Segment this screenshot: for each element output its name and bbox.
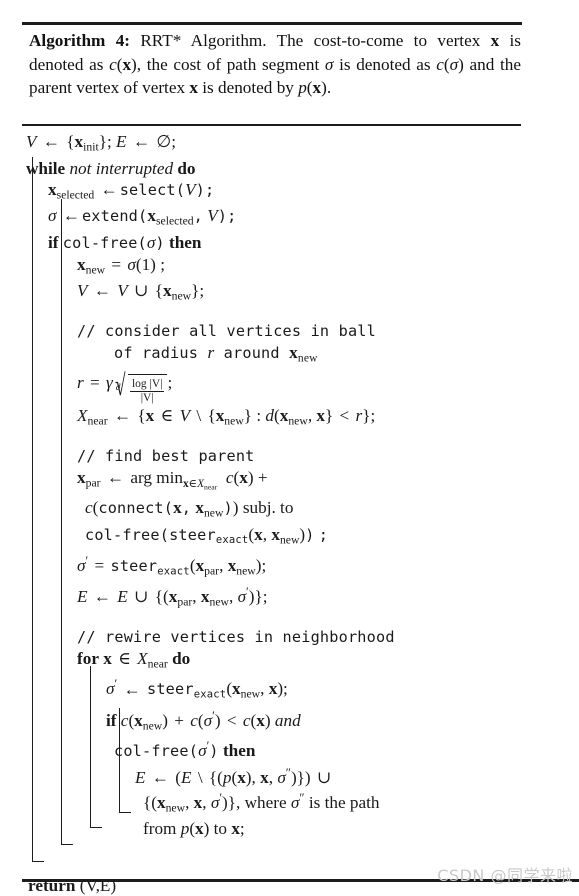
line-if-colfree: if col-free(σ) then — [48, 232, 202, 252]
keyword-if-cost: if — [106, 710, 117, 730]
watermark: CSDN @同学来啦 — [437, 866, 573, 885]
line-for: for x ∈ Xnear do — [77, 648, 191, 671]
fn-col-free-3: col-free — [114, 742, 189, 761]
keyword-return: return — [28, 876, 76, 896]
rule-top — [22, 22, 522, 25]
fn-steer-3: steer — [146, 680, 194, 699]
line-xnew-assign: xnew = σ(1) ; — [77, 254, 165, 277]
comment-ball-line1: // consider all vertices in ball — [26, 320, 571, 342]
gamma-symbol: γ — [106, 372, 113, 392]
comment-find-parent: // find best parent — [26, 445, 571, 467]
algorithm-label: Algorithm 4: — [29, 31, 131, 50]
line-xpar-colfree: col-free(steerexact(x, xnew)) ; — [85, 524, 329, 547]
rewire-tail-text: is the path — [308, 792, 380, 812]
line-xpar-connect: c(connect(x, xnew)) subj. to — [85, 498, 294, 520]
fn-connect: connect — [98, 499, 164, 518]
line-xnear: Xnear ← {x ∈ V \ {xnew} : d(xnew, x} < r… — [77, 406, 376, 428]
keyword-and: and — [274, 710, 301, 730]
algorithm-body: V ← {xinit}; E ← ∅; while not interrupte… — [26, 131, 571, 896]
steer-subscript-3: exact — [193, 688, 227, 701]
subj-to-text: subj. to — [242, 498, 294, 518]
fn-select: select — [119, 180, 176, 199]
line-radius: r = γ d √ log |V| |V|; — [77, 369, 173, 405]
return-value: (V,E) — [79, 876, 117, 896]
line-extend: σ ← extend(xselected, V); — [48, 206, 237, 228]
algorithm-caption: Algorithm 4: RRT* Algorithm. The cost-to… — [29, 29, 521, 100]
steer-subscript-1: exact — [215, 533, 249, 546]
line-rewire-3: from p(x) to x; — [143, 819, 245, 839]
fn-col-free-2: col-free — [85, 525, 160, 544]
steer-subscript-2: exact — [157, 565, 190, 578]
keyword-while: while — [26, 158, 66, 178]
algorithm-figure: Algorithm 4: RRT* Algorithm. The cost-to… — [0, 0, 579, 895]
line-if-cost: if c(xnew) + c(σ′) < c(x) and — [106, 708, 301, 733]
line-steer-rewire: σ′ ← steerexact(xnew, x); — [106, 677, 288, 701]
line-v-union: V ← V ∪ {xnew}; — [77, 281, 205, 303]
comment-text-parent: // find best parent — [77, 446, 255, 465]
fn-col-free: col-free — [62, 233, 138, 252]
keyword-do-while: do — [177, 158, 196, 178]
keyword-if-colfree: if — [48, 232, 59, 252]
keyword-do-for: do — [172, 648, 191, 668]
keyword-for: for — [77, 648, 99, 668]
line-xpar-argmin: xpar ← arg minx∈Xnear c(x) + — [77, 467, 268, 492]
fn-steer-1: steer — [169, 525, 216, 544]
rule-middle — [22, 124, 521, 126]
comment-text-ball-1: // consider all vertices in ball — [77, 321, 376, 340]
line-rewire-2: {(xnew, x, σ′)}, where σ″ is the path — [143, 790, 380, 815]
line-if-colfree-rewire: col-free(σ′) then — [114, 739, 256, 761]
fn-extend: extend — [81, 207, 139, 225]
comment-rewire: // rewire vertices in neighborhood — [26, 626, 571, 648]
keyword-then-colfree: then — [169, 232, 202, 252]
line-rewire-1: E ← (E \ {(p(x), x, σ″)}) ∪ — [135, 765, 332, 787]
radical-numerator: log |V| — [131, 377, 163, 390]
line-while: while not interrupted do — [26, 158, 571, 179]
radical-denominator: |V| — [129, 390, 165, 405]
keyword-then-rewire: then — [222, 741, 256, 761]
fn-steer-2: steer — [110, 556, 158, 575]
line-sigma-prime: σ′ = steerexact(xpar, xnew); — [77, 553, 267, 578]
radical-dth-root: d √ log |V| |V| — [115, 371, 168, 405]
comment-text-rewire: // rewire vertices in neighborhood — [77, 627, 395, 646]
line-e-union: E ← E ∪ {(xpar, xnew, σ′)}; — [77, 585, 268, 609]
line-init: V ← {xinit}; E ← ∅; — [26, 132, 177, 154]
comment-ball-line2: of radius r around xnew — [114, 342, 318, 364]
while-condition: not interrupted — [69, 158, 174, 178]
line-select: xselected ← select(V); — [48, 179, 215, 202]
